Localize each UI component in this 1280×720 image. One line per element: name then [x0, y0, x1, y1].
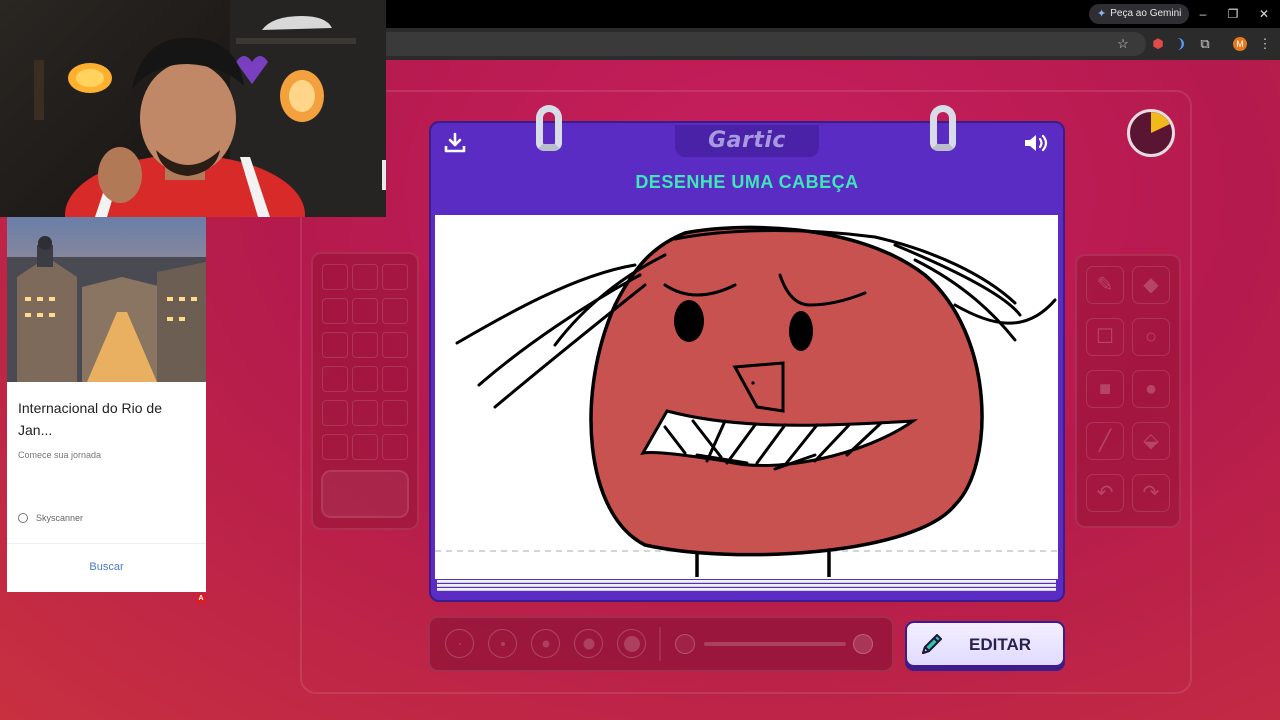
ad-source: Skyscanner	[18, 513, 83, 523]
palette-color-slot[interactable]	[352, 400, 378, 426]
controls-divider	[659, 627, 661, 661]
timer-icon	[1151, 112, 1170, 133]
opacity-min-knob[interactable]	[675, 634, 695, 654]
round-timer	[1127, 109, 1175, 157]
pencil-icon	[922, 634, 942, 654]
restore-icon[interactable]: ❐	[1223, 5, 1243, 23]
palette-color-slot[interactable]	[382, 298, 408, 324]
palette-color-slot[interactable]	[322, 264, 348, 290]
gartic-logo: Gartic	[675, 125, 819, 157]
paper-edge-1	[437, 580, 1056, 583]
binder-ring-left	[536, 105, 562, 151]
palette-color-slot[interactable]	[382, 400, 408, 426]
palette-color-slot[interactable]	[352, 264, 378, 290]
line-icon[interactable]: ╱	[1086, 422, 1124, 460]
palette-color-slot[interactable]	[322, 298, 348, 324]
brush-size-4[interactable]	[574, 629, 603, 658]
circle-filled-icon[interactable]: ●	[1132, 370, 1170, 408]
palette-color-slot[interactable]	[352, 366, 378, 392]
gemini-sparkle-icon: ✦	[1097, 8, 1107, 20]
redo-icon[interactable]: ↷	[1132, 474, 1170, 512]
palette-color-slot[interactable]	[322, 400, 348, 426]
ad-title[interactable]: Internacional do Rio de Jan...	[18, 397, 198, 441]
minimize-icon[interactable]: –	[1193, 5, 1213, 23]
address-bar[interactable]	[386, 32, 1146, 56]
palette-color-slot[interactable]	[322, 434, 348, 460]
extension-wave-icon[interactable]: ❩	[1171, 34, 1191, 54]
eraser-icon[interactable]: ◆	[1132, 266, 1170, 304]
drawing-head-sketch	[435, 225, 1058, 577]
profile-avatar[interactable]: M	[1233, 37, 1247, 51]
paper-edge-2	[437, 584, 1056, 587]
palette-color-slot[interactable]	[322, 332, 348, 358]
fill-bucket-icon[interactable]: ⬙	[1132, 422, 1170, 460]
palette-color-slot[interactable]	[382, 366, 408, 392]
palette-color-slot[interactable]	[352, 298, 378, 324]
palette-color-slot[interactable]	[352, 434, 378, 460]
ad-choices-badge[interactable]: A	[196, 594, 206, 604]
sound-on-icon[interactable]	[1022, 131, 1050, 155]
ad-search-button[interactable]: Buscar	[7, 561, 206, 573]
opacity-slider-handle[interactable]	[853, 634, 873, 654]
extension-shield-icon[interactable]: ⬢	[1148, 34, 1168, 54]
advertisement-card[interactable]: Internacional do Rio de Jan... Comece su…	[7, 217, 206, 592]
palette-color-slot[interactable]	[382, 264, 408, 290]
palette-color-slot[interactable]	[382, 434, 408, 460]
binder-ring-right	[930, 105, 956, 151]
ask-gemini-button[interactable]: ✦ Peça ao Gemini	[1089, 4, 1190, 24]
ask-gemini-label: Peça ao Gemini	[1110, 8, 1182, 19]
drawing-canvas[interactable]	[435, 215, 1058, 579]
palette-color-slot[interactable]	[322, 366, 348, 392]
globe-icon	[18, 513, 28, 523]
palette-color-slot[interactable]	[382, 332, 408, 358]
ad-divider	[7, 543, 206, 544]
download-icon[interactable]	[443, 131, 467, 155]
paper-edge-3	[437, 588, 1056, 591]
opacity-slider[interactable]	[704, 642, 846, 646]
ad-city-photo	[7, 217, 206, 382]
browser-menu-icon[interactable]: ⋮	[1255, 34, 1275, 54]
rectangle-filled-icon[interactable]: ■	[1086, 370, 1124, 408]
close-icon[interactable]: ✕	[1254, 5, 1274, 23]
brush-size-2[interactable]	[488, 629, 517, 658]
brush-size-3[interactable]	[531, 629, 560, 658]
selected-color-swatch	[321, 470, 409, 518]
rectangle-outline-icon[interactable]: ☐	[1086, 318, 1124, 356]
webcam-overlay	[0, 0, 386, 217]
palette-color-slot[interactable]	[352, 332, 378, 358]
circle-outline-icon[interactable]: ○	[1132, 318, 1170, 356]
ad-subtitle: Comece sua jornada	[18, 450, 102, 460]
pencil-icon[interactable]: ✎	[1086, 266, 1124, 304]
brush-size-5[interactable]	[617, 629, 646, 658]
edit-button-label: EDITAR	[969, 635, 1032, 654]
brush-size-1[interactable]	[445, 629, 474, 658]
drawing-prompt: DESENHE UMA CABEÇA	[635, 172, 859, 192]
extensions-puzzle-icon[interactable]: ⧉	[1195, 34, 1215, 54]
undo-icon[interactable]: ↶	[1086, 474, 1124, 512]
edit-button[interactable]: EDITAR	[905, 621, 1065, 667]
ad-source-label: Skyscanner	[36, 513, 84, 523]
bookmark-star-icon[interactable]: ☆	[1113, 34, 1133, 54]
